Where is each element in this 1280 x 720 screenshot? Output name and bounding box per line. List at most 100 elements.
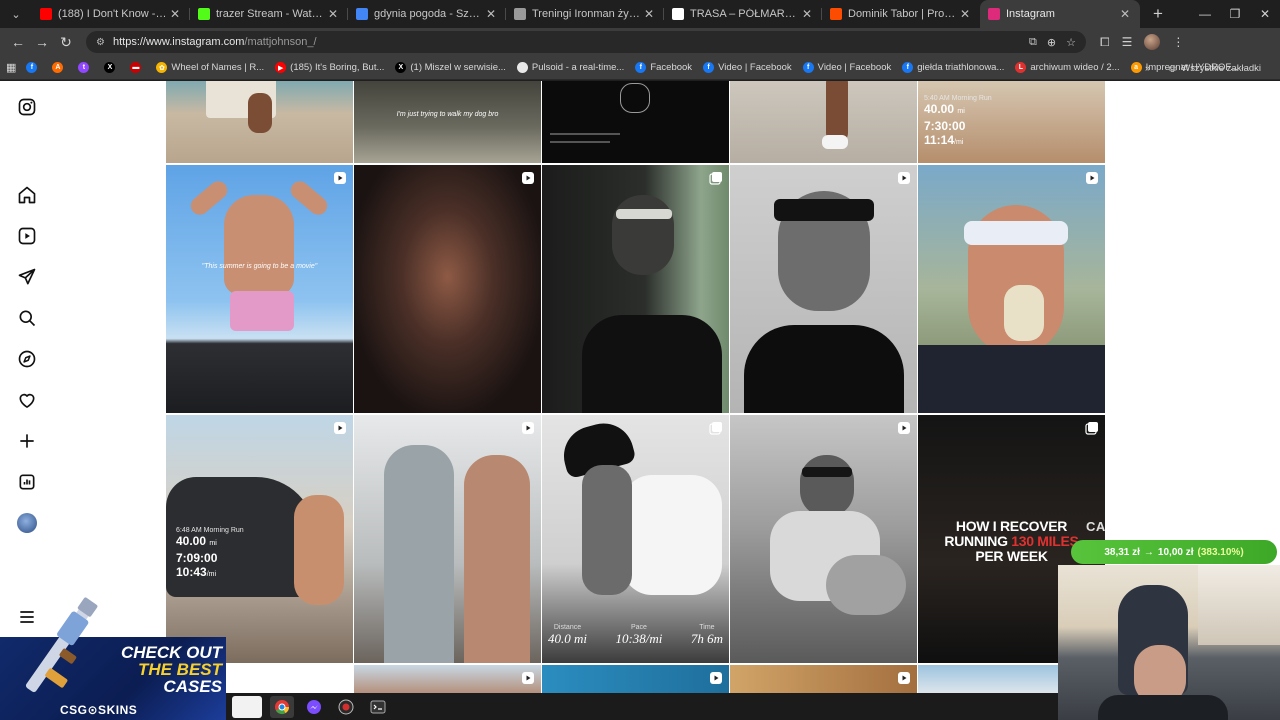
reload-icon[interactable]: ↻ bbox=[54, 30, 78, 54]
recording-app-icon[interactable] bbox=[334, 696, 358, 718]
new-tab-button[interactable]: + bbox=[1146, 4, 1170, 24]
bookmark-item[interactable]: A bbox=[52, 62, 67, 73]
browser-profile-avatar[interactable] bbox=[1144, 34, 1161, 50]
all-bookmarks-button[interactable]: ▭ Wszystkie zakładki bbox=[1168, 63, 1261, 74]
bookmark-item[interactable]: Pulsoid - a real-time... bbox=[516, 62, 624, 73]
tab-close-icon[interactable]: ✕ bbox=[1118, 7, 1132, 21]
post-tile[interactable] bbox=[730, 81, 917, 163]
ad-brand-logo: CSG⊙SKINS bbox=[60, 703, 138, 717]
post-tile[interactable]: 6:48 AM Morning Run 40.00 mi 7:09:00 10:… bbox=[166, 415, 353, 663]
back-icon[interactable]: ← bbox=[6, 30, 30, 54]
dashboard-icon[interactable] bbox=[16, 471, 38, 493]
tab-close-icon[interactable]: ✕ bbox=[326, 7, 340, 21]
create-icon[interactable] bbox=[16, 430, 38, 452]
bookmark-item[interactable]: X (1) Miszel w serwisie... bbox=[395, 62, 506, 73]
post-tile[interactable]: "This summer is going to be a movie" bbox=[166, 165, 353, 413]
post-tile[interactable] bbox=[354, 165, 541, 413]
terminal-icon[interactable] bbox=[366, 696, 390, 718]
post-tile[interactable] bbox=[730, 665, 917, 693]
tab-title: Treningi Ironman żywieniowo bbox=[532, 8, 642, 20]
minimize-icon[interactable]: — bbox=[1190, 0, 1220, 28]
bookmarks-overflow-icon[interactable]: » bbox=[1145, 63, 1150, 74]
browser-tab[interactable]: Instagram ✕ bbox=[980, 0, 1140, 28]
post-tile[interactable]: 5:40 AM Morning Run 40.00 mi 7:30:00 11:… bbox=[918, 81, 1105, 163]
tab-close-icon[interactable]: ✕ bbox=[958, 7, 972, 21]
browser-tab[interactable]: (188) I Don't Know - Agatha R✕ bbox=[32, 0, 190, 28]
post-tile[interactable] bbox=[730, 165, 917, 413]
search-icon[interactable] bbox=[16, 307, 38, 329]
carousel-badge-icon bbox=[1085, 422, 1098, 435]
post-tile[interactable]: I'm just trying to walk my dog bro bbox=[354, 81, 541, 163]
apps-grid-icon[interactable]: ▦ bbox=[6, 61, 16, 74]
bookmark-favicon-icon: ▬ bbox=[130, 62, 142, 73]
messages-icon[interactable] bbox=[16, 266, 38, 288]
instagram-logo-icon[interactable] bbox=[16, 96, 38, 118]
browser-tab[interactable]: gdynia pogoda - Szukaj w Goo✕ bbox=[348, 0, 506, 28]
tab-close-icon[interactable]: ✕ bbox=[168, 7, 182, 21]
run-header: 5:40 AM Morning Run bbox=[924, 95, 992, 102]
post-tile[interactable] bbox=[542, 165, 729, 413]
bookmark-favicon-icon: X bbox=[104, 62, 116, 73]
bookmark-item[interactable]: ✿ Wheel of Names | R... bbox=[156, 62, 264, 73]
post-tile[interactable] bbox=[542, 665, 729, 693]
bookmark-star-icon[interactable]: ☆ bbox=[1066, 36, 1076, 49]
tab-close-icon[interactable]: ✕ bbox=[800, 7, 814, 21]
stat-value: 7h 6m bbox=[690, 631, 723, 646]
run-time: 7:30:00 bbox=[924, 119, 966, 133]
bookmark-item[interactable]: t bbox=[78, 62, 93, 73]
notifications-icon[interactable] bbox=[16, 389, 38, 411]
post-tile[interactable] bbox=[354, 665, 541, 693]
reading-list-icon[interactable]: ☰ bbox=[1122, 35, 1133, 49]
bookmark-item[interactable]: ▬ bbox=[130, 62, 145, 73]
reel-badge-icon bbox=[522, 672, 534, 684]
reel-badge-icon bbox=[334, 422, 346, 434]
stat-value: 40.0 mi bbox=[548, 631, 587, 646]
site-info-icon[interactable]: ⚙ bbox=[96, 37, 105, 48]
post-tile[interactable] bbox=[730, 415, 917, 663]
post-tile[interactable]: Distance 40.0 mi Pace 10:38/mi Time 7h 6m bbox=[542, 415, 729, 663]
browser-tab[interactable]: trazer Stream - Watch Live on K✕ bbox=[190, 0, 348, 28]
post-tile[interactable] bbox=[542, 81, 729, 163]
browser-tab[interactable]: Dominik Tabor | Profil biegacza✕ bbox=[822, 0, 980, 28]
bookmark-item[interactable]: f Facebook bbox=[635, 62, 692, 73]
browser-tab[interactable]: TRASA – PÓŁMARATON | PKO✕ bbox=[664, 0, 822, 28]
browser-tab[interactable]: Treningi Ironman żywieniowo✕ bbox=[506, 0, 664, 28]
home-icon[interactable] bbox=[16, 184, 38, 206]
reels-icon[interactable] bbox=[16, 225, 38, 247]
bookmark-item[interactable]: Larchiwum wideo / 2... bbox=[1015, 62, 1120, 73]
webcam-feed bbox=[1058, 565, 1280, 720]
zoom-icon[interactable]: ⊕ bbox=[1047, 36, 1056, 49]
profile-avatar[interactable] bbox=[16, 512, 38, 534]
tab-favicon-icon bbox=[40, 8, 52, 20]
ad-line-2: THE BEST bbox=[137, 660, 222, 679]
install-app-icon[interactable]: ⧉ bbox=[1029, 36, 1037, 49]
bookmark-item[interactable]: f giełda triathlonowa... bbox=[902, 62, 1004, 73]
bookmark-favicon-icon: f bbox=[802, 62, 814, 73]
browser-menu-icon[interactable]: ⋮ bbox=[1172, 35, 1184, 49]
restore-icon[interactable]: ❐ bbox=[1220, 0, 1250, 28]
extensions-icon[interactable]: ⧠ bbox=[1100, 35, 1110, 50]
explore-icon[interactable] bbox=[16, 348, 38, 370]
bookmark-item[interactable]: f bbox=[26, 62, 41, 73]
stat-label: Pace bbox=[630, 624, 647, 631]
tab-close-icon[interactable]: ✕ bbox=[484, 7, 498, 21]
messenger-icon[interactable] bbox=[302, 696, 326, 718]
forward-icon[interactable]: → bbox=[30, 30, 54, 54]
bookmark-label: Video | Facebook bbox=[718, 62, 792, 73]
post-tile[interactable] bbox=[354, 415, 541, 663]
tab-close-icon[interactable]: ✕ bbox=[642, 7, 656, 21]
bookmark-item[interactable]: f Video | Facebook bbox=[802, 62, 891, 73]
bookmark-favicon-icon: X bbox=[395, 62, 407, 73]
bookmark-item[interactable]: ▶ (185) It's Boring, But... bbox=[275, 62, 384, 73]
chrome-icon[interactable] bbox=[270, 695, 294, 718]
post-tile[interactable] bbox=[166, 81, 353, 163]
reel-badge-icon bbox=[1086, 172, 1098, 184]
bookmark-favicon-icon: A bbox=[52, 62, 64, 73]
tab-search-button[interactable]: ⌄ bbox=[4, 3, 28, 25]
bookmark-item[interactable]: f Video | Facebook bbox=[703, 62, 792, 73]
post-tile[interactable] bbox=[918, 165, 1105, 413]
close-window-icon[interactable]: ✕ bbox=[1250, 0, 1280, 28]
bookmark-item[interactable]: X bbox=[104, 62, 119, 73]
address-bar[interactable]: ⚙ https://www.instagram.com /mattjohnson… bbox=[86, 31, 1086, 53]
blank-app-icon[interactable] bbox=[232, 695, 262, 718]
